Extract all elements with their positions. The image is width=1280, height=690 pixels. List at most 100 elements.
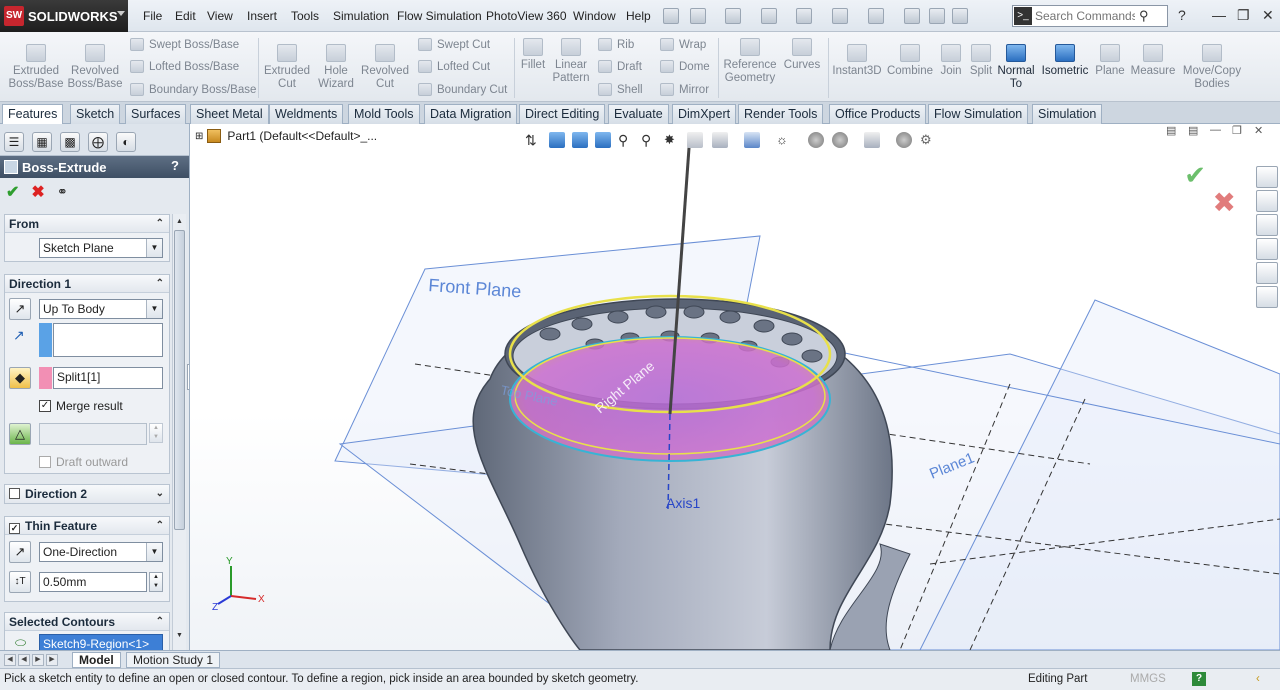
display-manager-tab-icon[interactable]: ◐	[116, 132, 136, 152]
menu-help[interactable]: Help	[626, 9, 651, 23]
close-icon[interactable]: ✕	[1262, 7, 1274, 24]
scroll-down-icon[interactable]: ▼	[174, 630, 185, 642]
tab-simulation[interactable]: Simulation	[1032, 104, 1103, 124]
confirm-check-icon[interactable]: ✔	[1184, 160, 1206, 191]
checkbox-checked-icon[interactable]: ✓	[39, 400, 51, 412]
doc-close-icon[interactable]: ✕	[1254, 124, 1263, 137]
expand-status-icon[interactable]: ‹	[1256, 673, 1260, 685]
selected-contours-header[interactable]: Selected Contours ⌃	[5, 613, 169, 631]
face-selection-box[interactable]	[53, 323, 163, 357]
pin-icon[interactable]	[663, 8, 679, 24]
design-library-icon[interactable]	[1256, 190, 1278, 212]
checkbox-checked-icon[interactable]: ✓	[9, 523, 20, 534]
tab-dimxpert[interactable]: DimXpert	[672, 104, 737, 124]
dynamic-annotation-icon[interactable]	[687, 132, 703, 148]
next-tab-icon[interactable]: ▶	[32, 654, 44, 666]
doc-minimize-icon[interactable]: —	[1210, 124, 1221, 136]
preview-glasses-icon[interactable]: ⚭	[57, 184, 68, 200]
isometric-button[interactable]: Isometric	[1040, 44, 1090, 78]
menu-edit[interactable]: Edit	[175, 9, 196, 23]
custom-properties-icon[interactable]	[1256, 286, 1278, 308]
dropdown-arrow-icon[interactable]: ▼	[146, 300, 162, 318]
axis1-label[interactable]: Axis1	[666, 495, 700, 511]
swept-cut-button[interactable]: Swept Cut	[418, 38, 490, 51]
save-icon[interactable]	[761, 8, 777, 24]
thin-feature-header[interactable]: ✓ Thin Feature ⌃	[5, 517, 169, 535]
last-tab-icon[interactable]: ▶	[46, 654, 58, 666]
swept-boss-button[interactable]: Swept Boss/Base	[130, 38, 239, 51]
feature-tree-flyout[interactable]: ⊞ Part1 (Default<<Default>_...	[195, 129, 377, 143]
collapse-icon[interactable]: ⌃	[156, 275, 164, 293]
view-cube-icon[interactable]	[549, 132, 565, 148]
tab-features[interactable]: Features	[2, 104, 64, 125]
lofted-cut-button[interactable]: Lofted Cut	[418, 60, 490, 73]
tab-mold-tools[interactable]: Mold Tools	[348, 104, 420, 124]
lofted-boss-button[interactable]: Lofted Boss/Base	[130, 60, 239, 73]
end-condition-select[interactable]: Up To Body ▼	[39, 299, 163, 319]
measure-button[interactable]: Measure	[1128, 44, 1178, 78]
search-icon[interactable]: ⚲	[1139, 8, 1149, 24]
collapse-icon[interactable]: ⌃	[156, 613, 164, 631]
shell-button[interactable]: Shell	[598, 83, 643, 96]
fillet-button[interactable]: Fillet	[518, 38, 548, 72]
new-file-icon[interactable]	[690, 8, 706, 24]
tab-evaluate[interactable]: Evaluate	[608, 104, 669, 124]
menu-insert[interactable]: Insert	[247, 9, 277, 23]
combine-button[interactable]: Combine	[886, 44, 934, 78]
plane-button[interactable]: Plane	[1094, 44, 1126, 78]
dimxpert-tab-icon[interactable]: ⨁	[88, 132, 108, 152]
collapse-icon[interactable]: ⌃	[156, 517, 164, 535]
mirror-button[interactable]: Mirror	[660, 83, 709, 96]
render-icon[interactable]	[896, 132, 912, 148]
tab-direct-editing[interactable]: Direct Editing	[519, 104, 606, 124]
menu-file[interactable]: File	[143, 9, 162, 23]
help-icon[interactable]: ?	[171, 158, 179, 173]
draft-angle-icon[interactable]: △	[9, 423, 31, 445]
prev-tab-icon[interactable]: ◀	[18, 654, 30, 666]
select-icon[interactable]	[868, 8, 884, 24]
reverse-direction-icon[interactable]: ↗	[9, 298, 31, 320]
contour-list-item[interactable]: Sketch9-Region<1>	[39, 634, 163, 650]
appearances-icon[interactable]	[1256, 262, 1278, 284]
draft-button[interactable]: Draft	[598, 60, 642, 73]
tile-horizontal-icon[interactable]: ▤	[1166, 124, 1176, 137]
thickness-input[interactable]: 0.50mm	[39, 572, 147, 592]
menu-tools[interactable]: Tools	[291, 9, 319, 23]
menu-view[interactable]: View	[207, 9, 233, 23]
tab-motion-study[interactable]: Motion Study 1	[126, 652, 221, 668]
normal-to-button[interactable]: Normal To	[996, 44, 1036, 91]
direction1-header[interactable]: Direction 1 ⌃	[5, 275, 169, 293]
revolved-cut-button[interactable]: Revolved Cut	[360, 44, 410, 91]
minimize-icon[interactable]: —	[1212, 7, 1226, 23]
tab-sketch[interactable]: Sketch	[70, 104, 121, 124]
feature-tree-tab-icon[interactable]: ☰	[4, 132, 24, 152]
tab-model[interactable]: Model	[72, 652, 121, 668]
tab-weldments[interactable]: Weldments	[269, 104, 344, 124]
scroll-up-icon[interactable]: ▲	[174, 216, 185, 228]
dropdown-arrow-icon[interactable]: ▼	[146, 239, 162, 257]
zoom-area-icon[interactable]: ⚲	[618, 132, 634, 148]
thin-type-select[interactable]: One-Direction ▼	[39, 542, 163, 562]
configuration-manager-tab-icon[interactable]: ▩	[60, 132, 80, 152]
undo-icon[interactable]	[832, 8, 848, 24]
boundary-boss-button[interactable]: Boundary Boss/Base	[130, 83, 256, 96]
edit-appearance-icon[interactable]	[808, 132, 824, 148]
doc-restore-icon[interactable]: ❐	[1232, 124, 1242, 137]
panel-scrollbar[interactable]: ▲ ▼	[172, 214, 186, 650]
confirm-cancel-icon[interactable]: ✖	[1213, 186, 1236, 219]
section-view-icon[interactable]: ✸	[664, 132, 680, 148]
boundary-cut-button[interactable]: Boundary Cut	[418, 83, 507, 96]
realview-icon[interactable]: ⚙	[920, 132, 936, 148]
options-icon[interactable]	[952, 8, 968, 24]
restore-icon[interactable]: ❐	[1237, 7, 1250, 24]
collapse-icon[interactable]: ⌃	[156, 215, 164, 233]
tile-vertical-icon[interactable]: ▤	[1188, 124, 1198, 137]
view-orientation-dropdown-icon[interactable]	[712, 132, 728, 148]
tab-render-tools[interactable]: Render Tools	[738, 104, 824, 124]
apply-scene-icon[interactable]	[832, 132, 848, 148]
view-orientation-icon[interactable]	[572, 132, 588, 148]
direction2-header[interactable]: Direction 2 ⌄	[5, 485, 169, 503]
reference-geometry-button[interactable]: Reference Geometry	[722, 38, 778, 85]
thickness-spinner[interactable]: ▲ ▼	[149, 572, 163, 592]
join-button[interactable]: Join	[936, 44, 966, 78]
